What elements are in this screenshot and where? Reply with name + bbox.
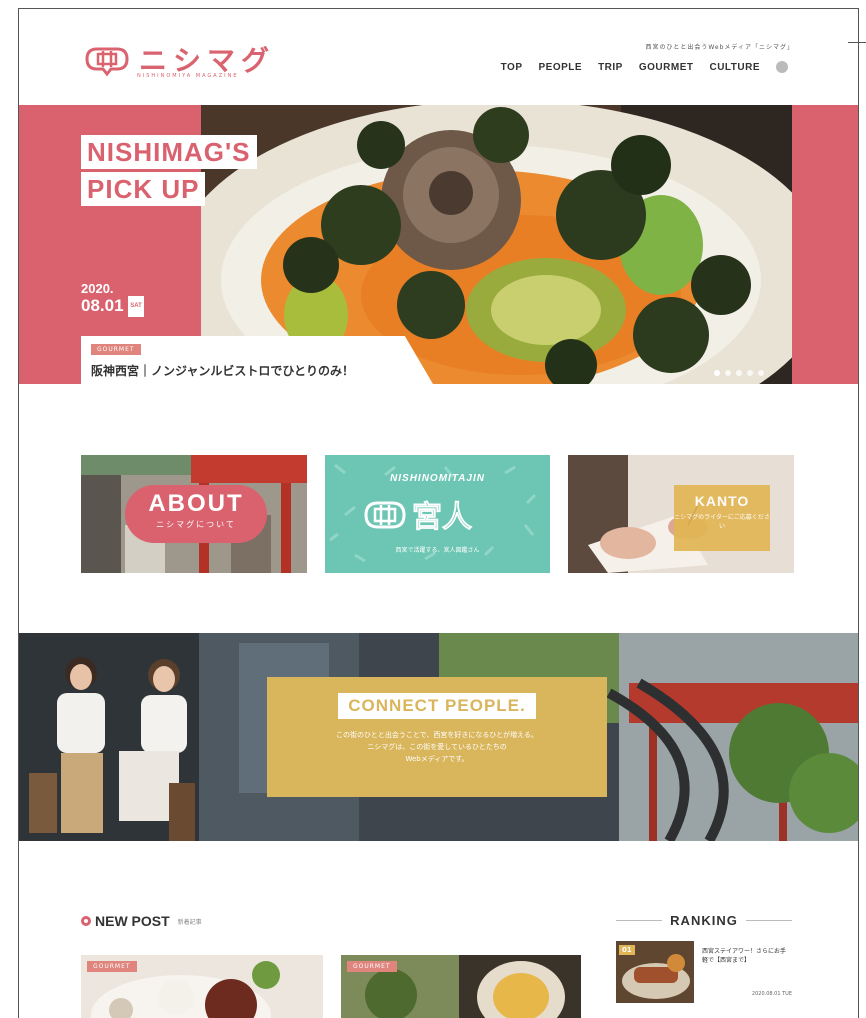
- connect-line-1: この街のひとと出会うことで、西宮を好きになるひとが増える。: [336, 731, 538, 739]
- nav-culture[interactable]: CULTURE: [709, 62, 760, 73]
- ranking-title: RANKING: [670, 913, 738, 928]
- about-label: ABOUT ニシマグについて: [125, 485, 267, 543]
- hero-category-badge[interactable]: GOURMET: [91, 344, 141, 355]
- ranking-rule-right: [745, 920, 793, 921]
- miyabito-banner[interactable]: NISHINOMITAJIN 宮人 西宮で活躍する、宮人図鑑さん: [325, 455, 550, 573]
- about-banner[interactable]: ABOUT ニシマグについて: [81, 455, 307, 573]
- page-frame: ニシマグ NISHINOMIYA MAGAZINE 西宮のひとと出会うWebメデ…: [18, 8, 859, 1018]
- pickup-heading: NISHIMAG'S PICK UP: [81, 135, 257, 209]
- hero-slider[interactable]: NISHIMAG'S PICK UP 2020. 08.01 SAT GOURM…: [19, 105, 858, 384]
- logo-subtitle: NISHINOMIYA MAGAZINE: [137, 73, 239, 79]
- writer-label: KANTO ニシマグのライターにご応募ください: [674, 485, 770, 551]
- logo-mark-icon: [85, 47, 129, 77]
- slider-dot[interactable]: [758, 370, 764, 376]
- pickup-line-1: NISHIMAG'S: [81, 135, 257, 169]
- new-post-subtitle: 新着記事: [177, 918, 202, 926]
- miyabito-subtitle: 西宮で活躍する、宮人図鑑さん: [395, 547, 480, 554]
- hero-date: 2020. 08.01 SAT: [81, 281, 144, 318]
- hero-day: 08.01: [81, 296, 124, 315]
- site-header: ニシマグ NISHINOMIYA MAGAZINE 西宮のひとと出会うWebメデ…: [19, 9, 858, 105]
- post-card[interactable]: GOURMET: [81, 955, 323, 1018]
- ranking-rule-left: [616, 920, 663, 921]
- connect-line-3: Webメディアです。: [405, 755, 469, 763]
- writer-subtitle: ニシマグのライターにご応募ください: [674, 514, 770, 530]
- slider-dot[interactable]: [714, 370, 720, 376]
- post-category-badge[interactable]: GOURMET: [87, 961, 137, 972]
- circle-bullet-icon: [81, 916, 91, 926]
- slider-dots: [714, 370, 764, 376]
- new-post-title: NEW POST: [95, 913, 170, 929]
- ranking-heading: RANKING: [616, 913, 793, 928]
- ranking-thumbnail: 01: [616, 941, 694, 1003]
- miyabito-logo-text: 宮人: [412, 500, 472, 535]
- miyabito-top-label: NISHINOMITAJIN: [390, 473, 485, 484]
- search-icon[interactable]: [776, 61, 788, 73]
- nav-gourmet[interactable]: GOURMET: [639, 62, 694, 73]
- ranking-section: RANKING 01 西宮ステイアワー！さらにお手軽で【西宮まで】 2020.0…: [616, 913, 793, 1003]
- slider-dot[interactable]: [736, 370, 742, 376]
- slider-dot[interactable]: [725, 370, 731, 376]
- miyabito-logo-icon: 宮人: [364, 499, 473, 535]
- nav-people[interactable]: PEOPLE: [539, 62, 583, 73]
- hero-year: 2020.: [81, 281, 114, 296]
- post-category-badge[interactable]: GOURMET: [347, 961, 397, 972]
- pickup-line-2: PICK UP: [81, 172, 206, 206]
- about-subtitle: ニシマグについて: [156, 520, 236, 529]
- site-tagline: 西宮のひとと出会うWebメディア「ニシマグ」: [645, 44, 794, 51]
- post-card[interactable]: GOURMET: [341, 955, 581, 1018]
- ranking-title-text[interactable]: 西宮ステイアワー！さらにお手軽で【西宮まで】: [702, 947, 788, 965]
- nav-top[interactable]: TOP: [501, 62, 523, 73]
- hero-weekday: SAT: [128, 296, 144, 318]
- ranking-date: 2020.08.01 TUE: [751, 991, 792, 997]
- hero-right-panel: [792, 105, 858, 384]
- nav-trip[interactable]: TRIP: [598, 62, 623, 73]
- ranking-item[interactable]: 01 西宮ステイアワー！さらにお手軽で【西宮まで】 2020.08.01 TUE: [616, 941, 792, 1011]
- connect-line-2: ニシマグは、この街を愛しているひとたちの: [367, 743, 507, 751]
- rank-number-badge: 01: [619, 945, 635, 955]
- connect-message: この街のひとと出会うことで、西宮を好きになるひとが増える。 ニシマグは、この街を…: [267, 729, 607, 765]
- writer-banner[interactable]: KANTO ニシマグのライターにご応募ください: [568, 455, 794, 573]
- connect-message-box: CONNECT PEOPLE. この街のひとと出会うことで、西宮を好きになるひと…: [267, 677, 607, 797]
- writer-title: KANTO: [694, 493, 750, 509]
- main-nav: TOP PEOPLE TRIP GOURMET CULTURE: [501, 61, 788, 73]
- connect-people-section: CONNECT PEOPLE. この街のひとと出会うことで、西宮を好きになるひと…: [19, 633, 858, 841]
- hero-article-card[interactable]: GOURMET 阪神西宮｜ノンジャンルビストロでひとりのみ！: [81, 336, 433, 384]
- frame-rule: [848, 42, 866, 43]
- new-post-heading: NEW POST 新着記事: [81, 913, 202, 929]
- about-title: ABOUT: [148, 490, 244, 517]
- slider-dot[interactable]: [747, 370, 753, 376]
- connect-title: CONNECT PEOPLE.: [338, 693, 536, 719]
- hero-article-title[interactable]: 阪神西宮｜ノンジャンルビストロでひとりのみ！: [91, 362, 354, 379]
